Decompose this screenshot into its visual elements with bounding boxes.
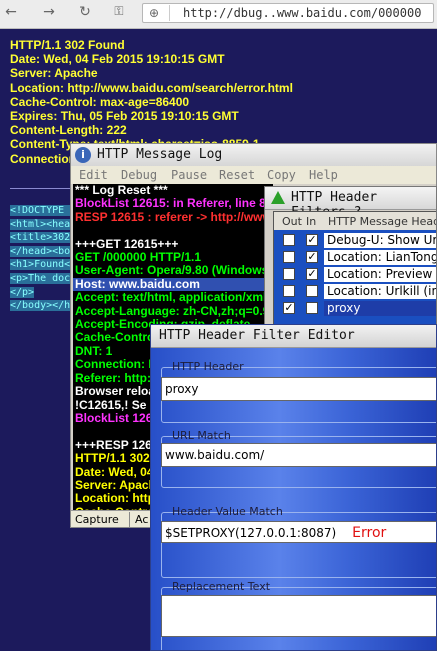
filter-row[interactable]: ✓ Location: Preview (274, 266, 436, 283)
in-checkbox[interactable]: ✓ (306, 251, 318, 263)
back-button[interactable]: ← (2, 4, 20, 20)
capture-toggle[interactable]: Capture (75, 513, 119, 526)
url-match-label: URL Match (172, 429, 231, 442)
filter-editor-title: HTTP Header Filter Editor (159, 328, 355, 343)
header-line: HTTP/1.1 302 Found (10, 38, 125, 52)
filter-label[interactable]: proxy (324, 301, 436, 316)
log-line: GET /000000 HTTP/1.1 (75, 250, 202, 265)
in-checkbox[interactable] (306, 302, 318, 314)
http-header-label: HTTP Header (172, 360, 244, 373)
out-checkbox[interactable]: ✓ (283, 302, 295, 314)
log-line: +++GET 12615+++ (75, 236, 179, 251)
info-icon: i (75, 147, 91, 163)
in-checkbox[interactable] (306, 285, 318, 297)
filter-label[interactable]: Location: LianTong (324, 250, 436, 265)
menu-bar: Edit Debug Pause Reset Copy Help (71, 166, 436, 184)
address-separator (169, 5, 170, 21)
filter-row[interactable]: ✓ proxy (274, 300, 436, 317)
in-checkbox[interactable]: ✓ (306, 268, 318, 280)
out-checkbox[interactable] (283, 234, 295, 246)
key-icon[interactable]: ⚿ (110, 4, 128, 19)
replacement-input[interactable] (161, 595, 436, 637)
filter-label[interactable]: Location: Preview (324, 267, 436, 282)
address-bar[interactable]: ⊕ http://dbug..www.baidu.com/000000 (142, 3, 434, 23)
source-line: </body></html> (10, 300, 72, 312)
forward-button[interactable]: → (40, 4, 58, 20)
source-line: <!DOCTYPE HTML (10, 205, 72, 216)
header-line: Expires: Thu, 05 Feb 2015 19:10:15 GMT (10, 109, 239, 124)
source-line: </head><body> (10, 245, 72, 257)
replacement-label: Replacement Text (172, 580, 271, 593)
filter-row[interactable]: ✓ Debug-U: Show Url (274, 232, 436, 249)
header-filters-titlebar[interactable]: HTTP Header Filters ? (265, 187, 436, 220)
source-line: <p>The document has moved (10, 272, 72, 284)
source-line: <h1>Found</h1> (10, 259, 72, 271)
menu-copy[interactable]: Copy (267, 168, 296, 182)
divider (10, 188, 70, 189)
log-line: Accept-Language: zh-CN,zh;q=0.9 (75, 303, 270, 318)
in-checkbox[interactable]: ✓ (306, 234, 318, 246)
column-in: In (306, 215, 317, 228)
menu-reset[interactable]: Reset (219, 168, 255, 182)
header-line: Location: http://www.baidu.com/search/er… (10, 80, 293, 95)
reload-button[interactable]: ↻ (76, 4, 94, 20)
filter-label[interactable]: Debug-U: Show Url (324, 233, 436, 248)
html-source: <!DOCTYPE HTML <html><head> <title>302 F… (10, 204, 72, 313)
log-line: BlockList 12615: in Referer, line 8 (75, 196, 266, 211)
header-filters-window: HTTP Header Filters ? Out In HTTP Messag… (264, 186, 437, 326)
header-value-label: Header Value Match (172, 505, 283, 518)
header-value-input[interactable]: $SETPROXY(127.0.0.1:8087) Error (161, 521, 436, 543)
menu-pause[interactable]: Pause (171, 168, 207, 182)
status-divider (129, 512, 130, 527)
log-line: User-Agent: Opera/9.80 (Windows (75, 263, 269, 278)
header-line: Content-Length: 222 (10, 123, 127, 138)
log-line: Host: www.baidu.com (73, 277, 273, 292)
error-text: Error (352, 525, 387, 541)
status-field[interactable]: Ac (135, 513, 148, 526)
out-checkbox[interactable] (283, 251, 295, 263)
filter-editor-titlebar[interactable]: HTTP Header Filter Editor (151, 325, 436, 348)
globe-icon: ⊕ (149, 6, 160, 20)
column-out: Out (282, 215, 302, 228)
filter-editor-window: HTTP Header Filter Editor HTTP Header pr… (150, 324, 437, 651)
menu-help[interactable]: Help (309, 168, 338, 182)
browser-toolbar: ← → ↻ ⚿ ⊕ http://dbug..www.baidu.com/000… (0, 0, 437, 29)
out-checkbox[interactable] (283, 285, 295, 297)
log-line: *** Log Reset *** (75, 184, 168, 197)
column-header: HTTP Message Header (328, 215, 436, 228)
source-line: <html><head> (10, 218, 72, 230)
out-checkbox[interactable] (283, 268, 295, 280)
header-line: Date: Wed, 04 Feb 2015 19:10:15 GMT (10, 52, 225, 67)
source-line: <title>302 Found</title> (10, 232, 72, 244)
filter-list-header: Out In HTTP Message Header (274, 212, 436, 230)
filter-list: Out In HTTP Message Header ✓ Debug-U: Sho… (273, 211, 436, 325)
header-line: Cache-Control: max-age=86400 (10, 94, 190, 109)
message-log-titlebar[interactable]: i HTTP Message Log (71, 144, 436, 167)
message-log-title: HTTP Message Log (97, 147, 223, 162)
filter-triangle-icon (271, 191, 285, 204)
url-text[interactable]: http://dbug..www.baidu.com/000000 (183, 6, 421, 20)
filter-row[interactable]: ✓ Location: LianTong (274, 249, 436, 266)
header-line: Server: Apache (10, 66, 98, 81)
url-match-input[interactable]: www.baidu.com/ (161, 443, 436, 467)
filter-label[interactable]: Location: Urlkill (in) Pass (324, 284, 436, 299)
filter-row[interactable]: Location: Urlkill (in) Pass (274, 283, 436, 300)
menu-edit[interactable]: Edit (79, 168, 108, 182)
log-line: Accept: text/html, application/xml (75, 290, 267, 305)
source-line: </p> (10, 286, 35, 298)
header-value-text: $SETPROXY(127.0.0.1:8087) (165, 526, 337, 540)
menu-debug[interactable]: Debug (121, 168, 157, 182)
log-line: RESP 12615 : referer -> http://www (75, 209, 272, 224)
http-header-input[interactable]: proxy (161, 377, 436, 401)
